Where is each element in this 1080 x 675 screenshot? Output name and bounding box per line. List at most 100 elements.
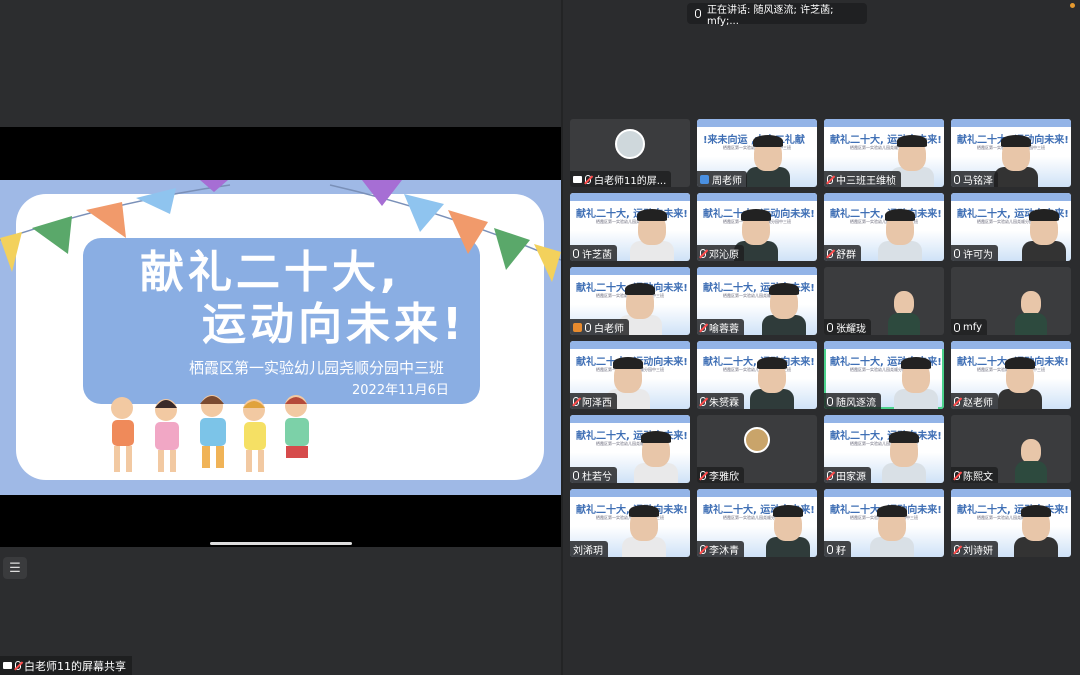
video-person-hair — [1029, 209, 1059, 221]
participant-name-label: 许可为 — [951, 245, 998, 261]
participant-name: 刘浠玥 — [573, 545, 603, 557]
meeting-window: 献礼二十大, 运动向未来! 栖霞区第一实验幼儿园尧顺分园中三班 2022年11月… — [0, 0, 1080, 675]
video-person-face — [1021, 291, 1041, 315]
presentation-scrubber[interactable] — [210, 542, 352, 545]
host-icon — [700, 174, 709, 184]
participant-name: 田家源 — [836, 471, 866, 483]
slide-subtitle: 栖霞区第一实验幼儿园尧顺分园中三班 — [189, 359, 445, 377]
participant-tile[interactable]: 献礼二十大, 运动向未来!栖霞区第一实验幼儿园尧顺分园中三班赵老师 — [951, 341, 1071, 409]
tile-slide-text: 献礼二十大, 运动向未来! — [576, 431, 688, 442]
participant-name-label: 杜若兮 — [570, 467, 617, 483]
profile-avatar — [744, 427, 770, 453]
mic-muted-icon — [954, 544, 960, 554]
participant-name-label: 田家源 — [824, 467, 871, 483]
video-person-hair — [773, 505, 803, 517]
participant-name: 随风逐流 — [836, 397, 876, 409]
participant-tile[interactable]: 献礼二十大, 运动向未来!栖霞区第一实验幼儿园尧顺分园中三班邓沁原 — [697, 193, 817, 261]
video-person-hair — [613, 357, 643, 369]
video-person-hair — [625, 283, 655, 295]
participant-name-label: 白老师11的屏... — [570, 171, 672, 187]
mic-muted-icon — [700, 248, 706, 258]
participant-tile[interactable]: 献礼二十大, 运动向未来! 栖霞区第一实验幼儿园尧顺分园中三班 李沐青 — [697, 489, 817, 557]
participant-name-label: 白老师 — [570, 319, 629, 335]
participant-tile[interactable]: 陈熙文 — [951, 415, 1071, 483]
co-host-icon — [573, 322, 582, 332]
participant-tile[interactable]: 献礼二十大, 运动向未来!栖霞区第一实验幼儿园尧顺分园中三班籽 — [824, 489, 944, 557]
participant-tile[interactable]: 献礼二十大, 运动向未来! 栖霞区第一实验幼儿园尧顺分园中三班 刘诗妍 — [951, 489, 1071, 557]
participant-tile[interactable]: 献礼二十大, 运动向未来! 栖霞区第一实验幼儿园尧顺分园中三班 许芝菡 — [570, 193, 690, 261]
participant-name: 籽 — [836, 545, 846, 557]
video-person-face — [894, 291, 914, 315]
participant-tile[interactable]: 白老师11的屏... — [570, 119, 690, 187]
participant-tile[interactable]: 献礼二十大, 运动向未来! 栖霞区第一实验幼儿园尧顺分园中三班 喻蓉蓉 — [697, 267, 817, 335]
participant-name-label: 阿泽西 — [570, 393, 617, 409]
participant-tile[interactable]: !来未向运 ,大十二礼献栖霞区第一实验幼儿园尧顺分园中三班周老师 — [697, 119, 817, 187]
participant-tile[interactable]: 张耀珑 — [824, 267, 944, 335]
participant-name: 周老师 — [712, 175, 742, 187]
participant-name-label: 邓沁原 — [697, 245, 744, 261]
video-person-hair — [637, 209, 667, 221]
tile-slide-stripe — [824, 489, 944, 497]
video-person-hair — [1001, 135, 1031, 147]
participant-name: 白老师 — [594, 323, 624, 335]
participant-name: 许可为 — [963, 249, 993, 261]
participant-tile[interactable]: 献礼二十大, 运动向未来!栖霞区第一实验幼儿园尧顺分园中三班舒群 — [824, 193, 944, 261]
mic-muted-icon — [954, 396, 960, 406]
panel-divider[interactable] — [561, 0, 563, 675]
children-illustration — [111, 395, 309, 472]
tile-slide-stripe — [570, 341, 690, 349]
participant-name: 杜若兮 — [582, 471, 612, 483]
participant-tile[interactable]: 献礼二十大, 运动向未来! 栖霞区第一实验幼儿园尧顺分园中三班 杜若兮 — [570, 415, 690, 483]
tile-slide-stripe — [951, 341, 1071, 349]
video-person-hair — [757, 357, 787, 369]
tile-slide-stripe — [951, 489, 1071, 497]
video-person-body — [1015, 313, 1047, 335]
participant-name-label: 周老师 — [697, 171, 747, 187]
participant-tile[interactable]: 李雅欣 — [697, 415, 817, 483]
participant-name: 马铭泽 — [963, 175, 993, 187]
participant-tile[interactable]: 献礼二十大, 运动向未来! 栖霞区第一实验幼儿园尧顺分园中三班 朱赟霖 — [697, 341, 817, 409]
mic-icon — [585, 322, 591, 332]
tile-slide-stripe — [570, 193, 690, 201]
tile-slide-stripe — [570, 415, 690, 423]
mic-muted-icon — [954, 470, 960, 480]
video-person-body — [1015, 461, 1047, 483]
participant-name: 阿泽西 — [582, 397, 612, 409]
notification-dot-icon — [1070, 3, 1075, 8]
tile-slide-stripe — [570, 489, 690, 497]
tile-slide-stripe — [824, 341, 944, 349]
participant-name-label: 李雅欣 — [697, 467, 744, 483]
tile-slide-stripe — [824, 119, 944, 127]
share-owner-text: 白老师11的屏幕共享 — [24, 659, 126, 673]
mic-muted-icon — [827, 174, 833, 184]
participant-tile[interactable]: 献礼二十大, 运动向未来! 栖霞区第一实验幼儿园尧顺分园中三班 田家源 — [824, 415, 944, 483]
screen-share-panel[interactable]: 献礼二十大, 运动向未来! 栖霞区第一实验幼儿园尧顺分园中三班 2022年11月… — [0, 0, 561, 675]
video-person-hair — [753, 135, 783, 147]
participant-tile[interactable]: 献礼二十大, 运动向未来!栖霞区第一实验幼儿园尧顺分园中三班阿泽西 — [570, 341, 690, 409]
video-person-hair — [901, 357, 931, 369]
share-owner-label: 白老师11的屏幕共享 — [0, 656, 132, 675]
mic-icon — [827, 544, 833, 554]
participant-tile[interactable]: 献礼二十大, 运动向未来! 栖霞区第一实验幼儿园尧顺分园中三班 许可为 — [951, 193, 1071, 261]
profile-avatar — [615, 129, 645, 159]
participant-name: 中三班王维桢 — [836, 175, 896, 187]
slide-date: 2022年11月6日 — [352, 383, 449, 398]
participant-name: 舒群 — [836, 249, 856, 261]
participant-name: 许芝菡 — [582, 249, 612, 261]
participant-tile[interactable]: 献礼二十大, 运动向未来!栖霞区第一实验幼儿园尧顺分园中三班白老师 — [570, 267, 690, 335]
list-icon[interactable]: ☰ — [3, 557, 27, 579]
participant-name: 赵老师 — [963, 397, 993, 409]
participant-tile[interactable]: 献礼二十大, 运动向未来!栖霞区第一实验幼儿园尧顺分园中三班刘浠玥 — [570, 489, 690, 557]
mic-icon — [954, 322, 960, 332]
video-person-hair — [641, 431, 671, 443]
participant-tile[interactable]: mfy — [951, 267, 1071, 335]
mic-muted-icon — [827, 470, 833, 480]
participant-tile[interactable]: 献礼二十大, 运动向未来! 栖霞区第一实验幼儿园尧顺分园中三班 中三班王维桢 — [824, 119, 944, 187]
participant-tile[interactable]: 献礼二十大, 运动向未来! 栖霞区第一实验幼儿园尧顺分园中三班 随风逐流 — [824, 341, 944, 409]
video-person-body — [888, 313, 920, 335]
screen-share-icon — [573, 175, 582, 183]
participant-tile[interactable]: 献礼二十大, 运动向未来!栖霞区第一实验幼儿园尧顺分园中三班马铭泽 — [951, 119, 1071, 187]
tile-slide-stripe — [697, 267, 817, 275]
participant-name-label: 赵老师 — [951, 393, 998, 409]
speaking-indicator: 正在讲话: 随风逐流; 许芝菡; mfy;... — [687, 3, 867, 27]
